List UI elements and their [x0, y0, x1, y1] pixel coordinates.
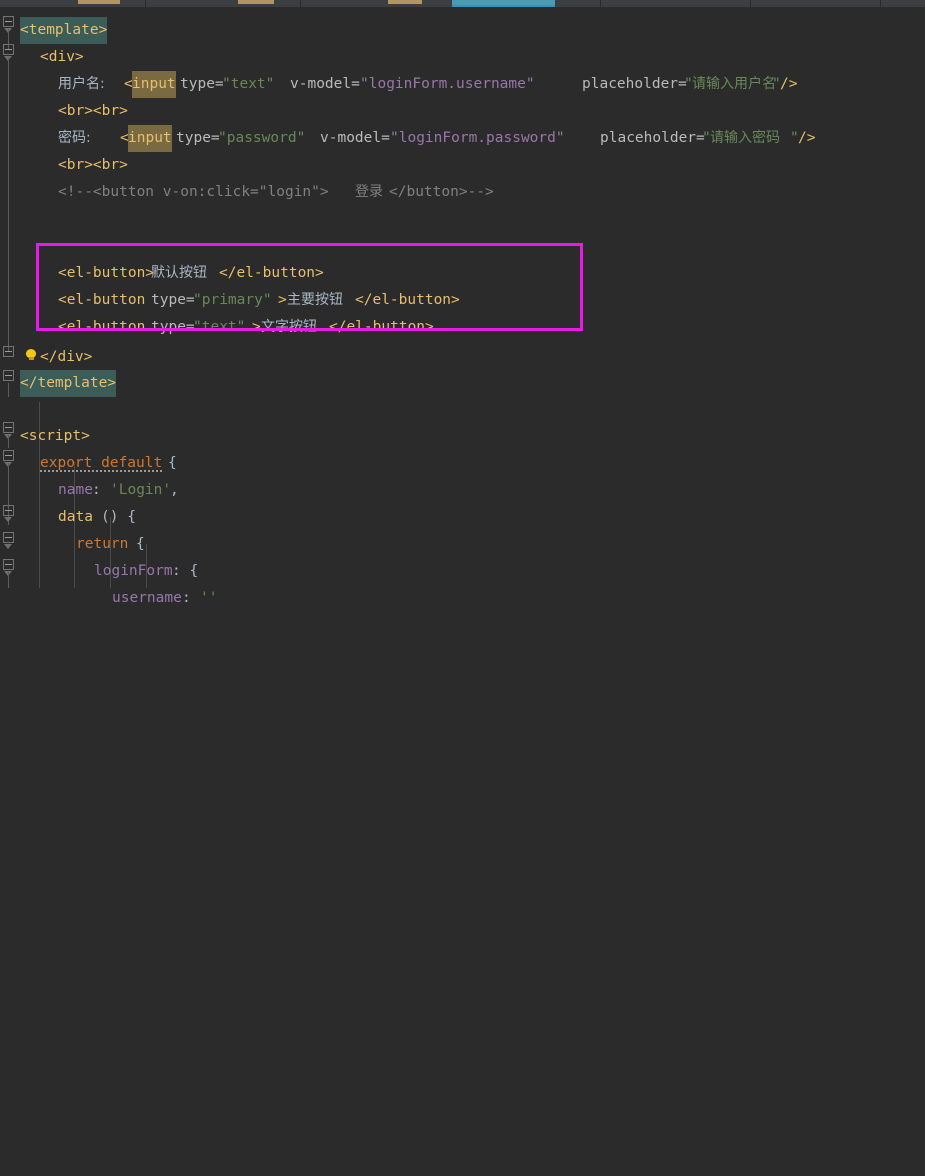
code-content[interactable]: <template> <div> 用户名: < input type= "tex… [0, 7, 925, 606]
attr-type: type= [151, 292, 195, 308]
code-line[interactable]: 密码: < input type= "password" v-model= "l… [0, 123, 925, 153]
code-line-text: <div> [40, 49, 84, 65]
tab-divider-6 [880, 0, 881, 7]
tab-file-3[interactable] [388, 0, 422, 4]
el-button-close: </el-button> [219, 265, 324, 281]
return-keyword: return [76, 536, 129, 552]
code-editor[interactable]: <template> <div> 用户名: < input type= "tex… [0, 7, 925, 606]
password-label-token: 密码: [58, 130, 91, 146]
code-line[interactable]: <!--<button v-on:click="login"> 登录 </but… [0, 177, 925, 204]
code-line[interactable]: </div> [0, 342, 925, 369]
code-line[interactable]: <el-button type= "text" > 文字按钮 </el-butt… [0, 312, 925, 339]
intention-bulb-icon[interactable] [26, 349, 37, 362]
comment-close: </button>--> [389, 184, 494, 200]
code-line[interactable]: name : 'Login' , [0, 475, 925, 502]
placeholder-password-value: 请输入密码 [710, 130, 780, 146]
attr-type: type= [151, 319, 195, 335]
placeholder-username-value: 请输入用户名 [692, 76, 776, 92]
prop-username-value: '' [200, 590, 218, 606]
el-button-open: <el-button [58, 319, 146, 335]
username-label-token: 用户名: [58, 76, 105, 92]
gt-token: > [278, 292, 287, 308]
code-line[interactable]: <el-button type= "primary" > 主要按钮 </el-b… [0, 285, 925, 312]
attr-vmodel: v-model= [290, 76, 360, 92]
attr-type-value: "password" [218, 130, 306, 146]
prop-username: username [112, 590, 182, 606]
export-default-keyword: export default [40, 455, 163, 471]
code-line[interactable]: <div> [0, 42, 925, 69]
gt-token: > [252, 319, 261, 335]
text-button-text: 文字按钮 [261, 319, 317, 335]
attr-type-value: "text" [222, 76, 275, 92]
login-text-token: 登录 [355, 184, 383, 200]
el-button-close: </el-button> [355, 292, 460, 308]
prop-name: name [58, 482, 93, 498]
attr-vmodel-value: "loginForm.password" [390, 130, 565, 146]
el-button-open: <el-button [58, 292, 146, 308]
code-line-text: <template> [20, 17, 108, 45]
code-line[interactable]: <template> [0, 15, 925, 45]
open-brace: { [168, 455, 177, 471]
comma: , [170, 482, 179, 498]
code-line[interactable]: data () { [0, 502, 925, 529]
colon: : [92, 482, 101, 498]
self-close-token: /> [798, 130, 816, 146]
attr-vmodel: v-model= [320, 130, 390, 146]
editor-tab-bar[interactable] [0, 0, 925, 7]
tab-file-2[interactable] [238, 0, 274, 4]
prop-name-value: 'Login' [110, 482, 172, 498]
attr-vmodel-value: "loginForm.username" [360, 76, 535, 92]
el-button-open: <el-button> [58, 265, 155, 281]
tab-divider-5 [750, 0, 751, 7]
parens: () { [101, 509, 136, 525]
attr-type: type= [180, 76, 224, 92]
code-line[interactable]: return { [0, 529, 925, 556]
colon: : [182, 590, 191, 606]
tab-divider-4 [600, 0, 601, 7]
attr-placeholder: placeholder= [582, 76, 687, 92]
data-method-name: data [58, 509, 93, 525]
code-line[interactable]: export default { [0, 448, 925, 475]
attr-type-value: "primary" [193, 292, 272, 308]
inspection-underline [40, 470, 162, 472]
attr-type-value: "text" [193, 319, 246, 335]
code-line[interactable]: <br><br> [0, 150, 925, 177]
prop-loginform: loginForm [94, 563, 173, 579]
attr-type: type= [176, 130, 220, 146]
comment-open: <!--<button v-on:click="login"> [58, 184, 329, 200]
tab-file-1[interactable] [78, 0, 120, 4]
input-tag-token: input [128, 125, 172, 153]
code-line[interactable]: loginForm : { [0, 556, 925, 583]
default-button-text: 默认按钮 [151, 265, 207, 281]
colon-brace: : { [172, 563, 199, 579]
tab-divider-2 [300, 0, 301, 7]
code-line-text: <script> [20, 428, 90, 444]
primary-button-text: 主要按钮 [287, 292, 343, 308]
code-line[interactable]: <el-button> 默认按钮 </el-button> [0, 258, 925, 285]
attr-placeholder: placeholder= [600, 130, 705, 146]
code-line-text: </template> [20, 370, 117, 398]
open-brace: { [136, 536, 145, 552]
code-line[interactable]: 用户名: < input type= "text" v-model= "logi… [0, 69, 925, 99]
el-button-close: </el-button> [329, 319, 434, 335]
code-line[interactable]: <script> [0, 421, 925, 448]
code-line-text: <br><br> [58, 103, 128, 119]
code-line[interactable]: </template> [0, 368, 925, 398]
tab-divider-1 [145, 0, 146, 7]
code-line-text: <br><br> [58, 157, 128, 173]
self-close-token: /> [780, 76, 798, 92]
code-line[interactable]: username : '' [0, 583, 925, 610]
input-tag-token: input [132, 71, 176, 99]
code-line[interactable]: <br><br> [0, 96, 925, 123]
